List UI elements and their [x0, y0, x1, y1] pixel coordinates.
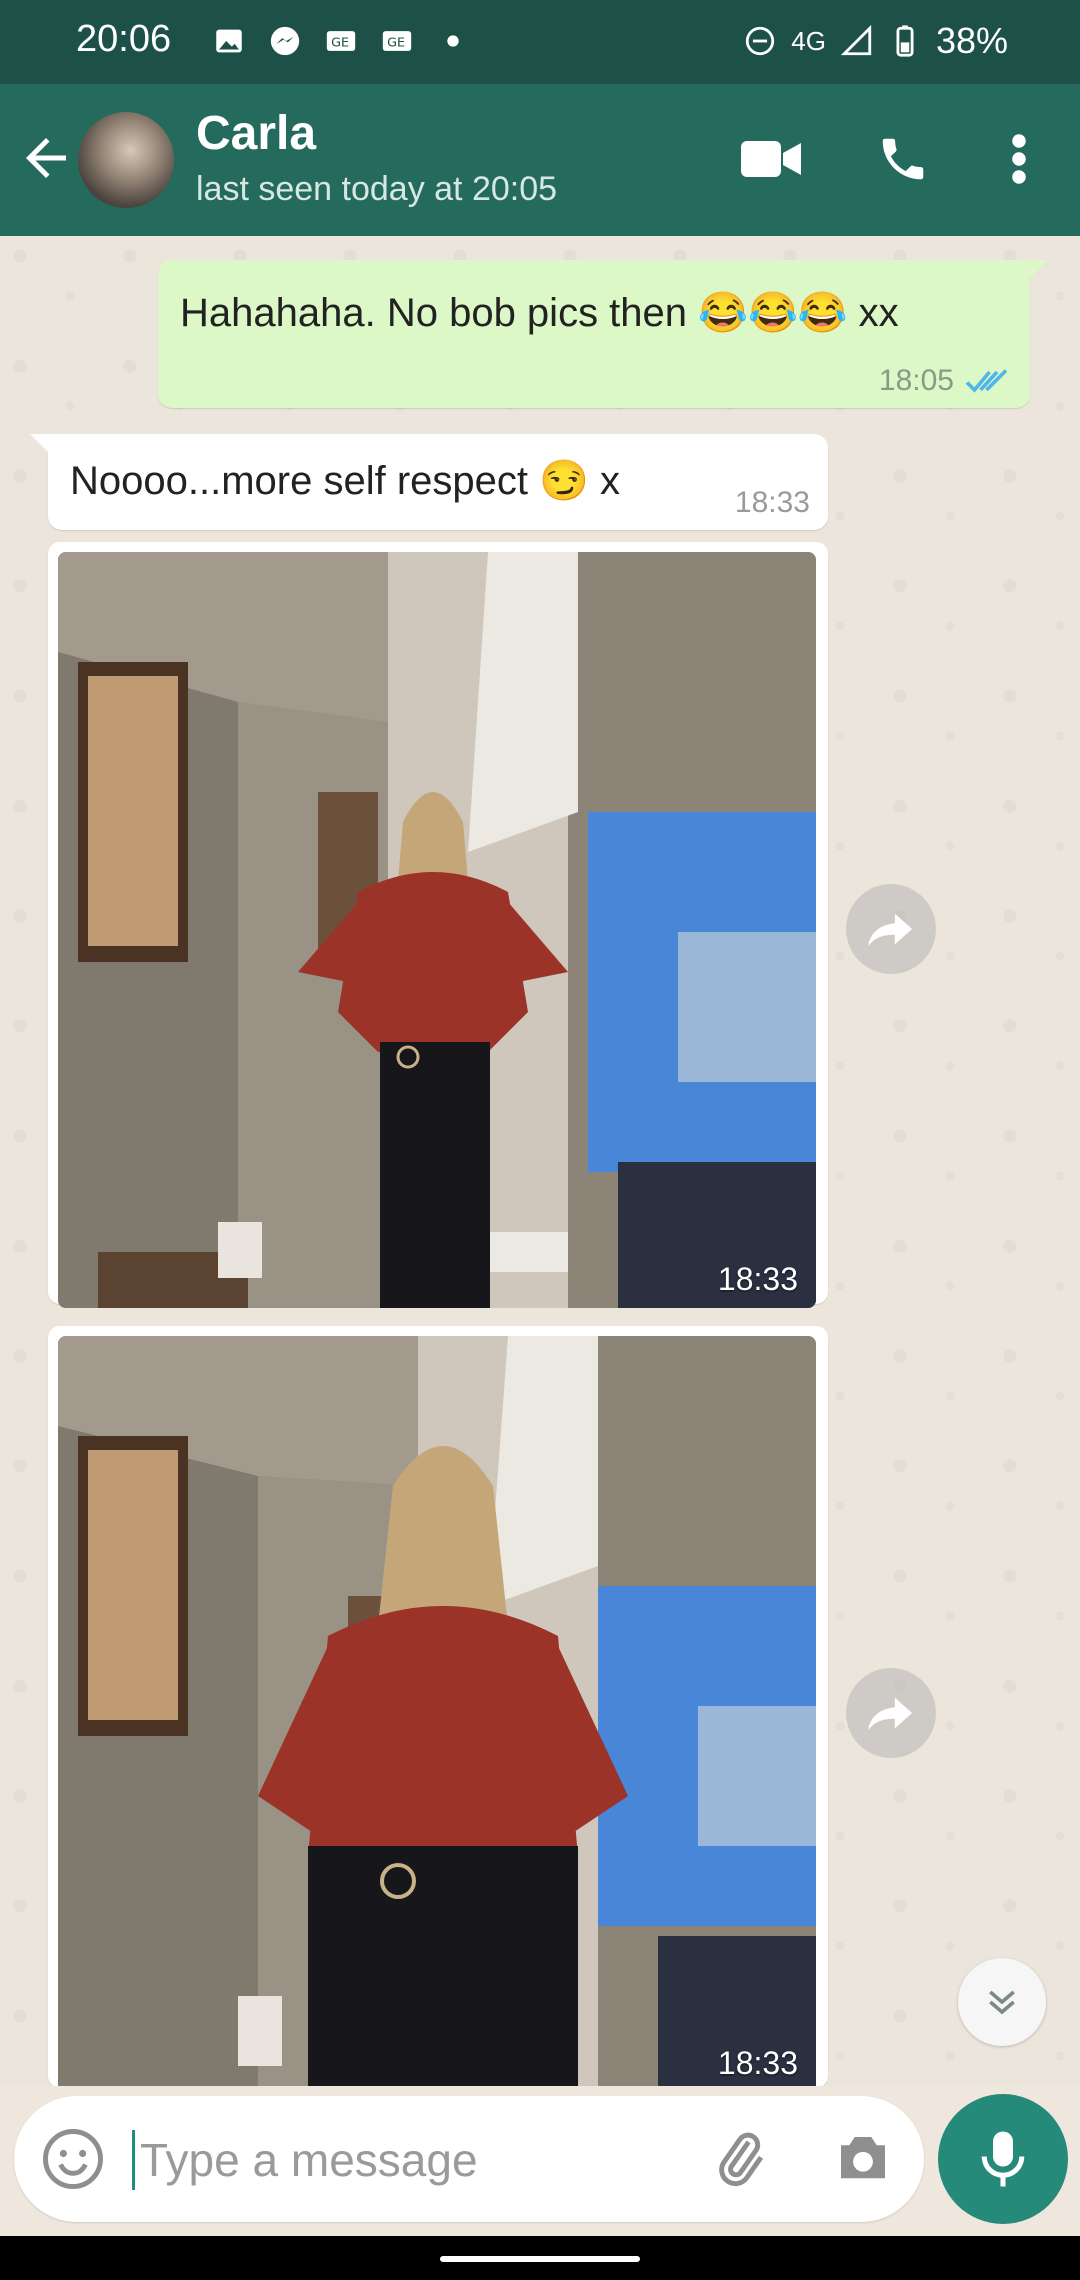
forward-button[interactable] — [846, 1668, 936, 1758]
battery-percent: 38% — [935, 20, 1008, 61]
photo-time: 18:33 — [717, 1261, 798, 1297]
avatar[interactable] — [78, 112, 174, 208]
forward-button[interactable] — [846, 884, 936, 974]
photo[interactable]: 18:33 — [58, 1336, 816, 2086]
voice-message-button[interactable] — [938, 2094, 1068, 2224]
more-notifications-dot-icon — [447, 35, 459, 47]
attach-icon[interactable] — [706, 2126, 772, 2192]
forward-icon — [868, 913, 913, 947]
network-type: 4G — [791, 25, 826, 56]
messenger-icon — [270, 26, 300, 56]
message-time: 18:33 — [734, 486, 810, 519]
outgoing-message[interactable]: Hahahaha. No bob pics then 😂😂😂 xx 18:05 — [158, 260, 1048, 408]
system-icons: 4G 38% — [743, 20, 1008, 62]
gallery-icon — [216, 29, 242, 53]
message-composer — [14, 2096, 924, 2222]
do-not-disturb-icon — [746, 26, 775, 56]
status-bar: 20:06 GE GE 4G 38% — [0, 0, 1080, 84]
back-arrow-icon[interactable] — [16, 128, 76, 188]
message-text: Hahahaha. No bob pics then 😂😂😂 xx — [180, 291, 899, 335]
forward-icon — [868, 1697, 913, 1731]
photo-content — [58, 552, 816, 1308]
status-time: 20:06 — [76, 18, 172, 60]
photo-time: 18:33 — [717, 2045, 798, 2081]
gmail-icon-2: GE — [382, 31, 412, 51]
chat-messages[interactable]: Hahahaha. No bob pics then 😂😂😂 xx 18:05 … — [0, 236, 1080, 2086]
message-text: Noooo...more self respect 😏 x — [70, 459, 621, 503]
home-gesture-handle[interactable] — [440, 2256, 640, 2262]
message-time: 18:05 — [878, 364, 954, 397]
chat-header: Carla last seen today at 20:05 — [0, 84, 1080, 236]
video-call-icon — [741, 141, 801, 177]
photo[interactable]: 18:33 — [58, 552, 816, 1308]
voice-call-button[interactable] — [866, 122, 940, 196]
signal-icon — [840, 24, 872, 56]
photo-content — [58, 1336, 816, 2086]
video-call-button[interactable] — [734, 122, 808, 196]
notification-icons: GE GE — [212, 24, 470, 58]
svg-text:GE: GE — [331, 36, 349, 51]
read-receipt-icon — [965, 369, 1008, 393]
emoji-icon[interactable] — [40, 2126, 106, 2192]
scroll-to-bottom-button[interactable] — [958, 1958, 1046, 2046]
incoming-message[interactable]: Noooo...more self respect 😏 x 18:33 — [30, 434, 828, 530]
phone-icon — [882, 138, 924, 180]
text-cursor — [132, 2130, 135, 2190]
more-options-button[interactable] — [982, 122, 1056, 196]
last-seen-status: last seen today at 20:05 — [196, 170, 558, 208]
incoming-image-message[interactable]: 18:33 — [48, 542, 828, 1308]
double-chevron-down-icon — [989, 1990, 1015, 2015]
incoming-image-message[interactable]: 18:33 — [48, 1326, 828, 2086]
system-navigation-bar — [0, 2236, 1080, 2280]
svg-text:GE: GE — [387, 36, 405, 51]
battery-icon — [896, 25, 914, 57]
gmail-icon: GE — [326, 31, 356, 51]
mic-icon — [981, 2131, 1025, 2187]
camera-icon[interactable] — [830, 2126, 896, 2192]
contact-name[interactable]: Carla — [196, 106, 316, 161]
message-input[interactable] — [138, 2124, 702, 2196]
more-vert-icon — [1012, 134, 1026, 184]
